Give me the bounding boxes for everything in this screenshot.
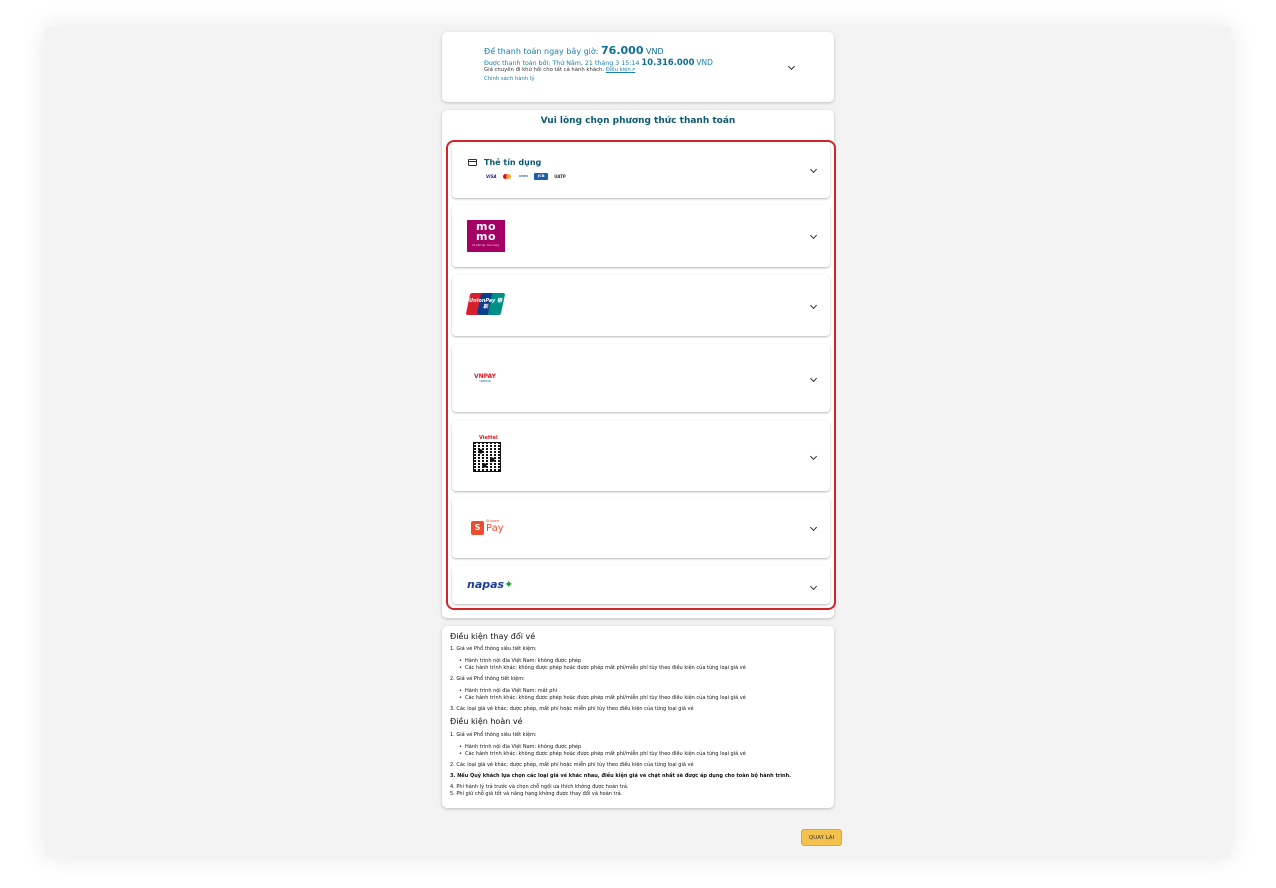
credit-card-label: Thẻ tín dụng [484, 158, 542, 167]
price-summary-card[interactable]: Để thanh toán ngay bây giờ: 76.000 VND Đ… [442, 32, 834, 102]
refund-note: Giá chuyến đi khứ hồi cho tất cả hành kh… [484, 67, 636, 73]
shopeepay-logo: S Shopee Pay [471, 519, 511, 536]
back-button[interactable]: QUAY LẠI [801, 829, 842, 846]
pay-later-amount: 10.316.000 [641, 57, 695, 67]
change-conditions-title: Điều kiện thay đổi vé [450, 632, 536, 641]
chevron-down-icon[interactable] [809, 374, 818, 383]
mastercard-logo [502, 173, 513, 180]
payment-option-unionpay[interactable]: UnionPay 银联 [452, 275, 830, 336]
payment-option-viettel-qr[interactable]: Viettel [452, 421, 830, 491]
pay-later-label: Được thanh toán bởi: Thứ Năm, 21 tháng 3… [484, 60, 640, 67]
condition-line: Hành trình nội địa Việt Nam: không được … [459, 658, 581, 664]
condition-line: Hành trình nội địa Việt Nam: mất phí [459, 688, 557, 694]
pay-later-line: Được thanh toán bởi: Thứ Năm, 21 tháng 3… [484, 57, 713, 67]
credit-card-icon [468, 159, 477, 166]
payment-option-shopeepay[interactable]: S Shopee Pay [452, 498, 830, 558]
condition-line: 2. Giá vé Phổ thông tiết kiệm: [450, 676, 525, 682]
payment-option-napas[interactable]: napas✦ [452, 566, 830, 604]
chevron-down-icon[interactable] [809, 582, 818, 591]
pay-now-line: Để thanh toán ngay bây giờ: 76.000 VND [484, 44, 664, 57]
uatp-logo: UATP [554, 174, 566, 179]
chevron-down-icon[interactable] [809, 523, 818, 532]
condition-line: 3. Nếu Quý khách lựa chọn các loại giá v… [450, 773, 792, 779]
card-brand-logos: VISA AMEX JCB UATP [485, 173, 567, 180]
condition-line: 5. Phí giữ chỗ giá tốt và nâng hạng khôn… [450, 791, 623, 797]
condition-line: 3. Các loại giá vé khác: được phép, mất … [450, 706, 694, 712]
refund-conditions-title: Điều kiện hoàn vé [450, 717, 523, 726]
payment-methods-title: Vui lòng chọn phương thức thanh toán [540, 116, 736, 126]
chevron-down-icon[interactable] [809, 165, 818, 174]
chevron-down-icon[interactable] [809, 452, 818, 461]
momo-logo: mo mo mobile money [467, 220, 505, 252]
shopee-bag-icon: S [471, 521, 484, 535]
condition-line: 1. Giá vé Phổ thông siêu tiết kiệm: [450, 646, 537, 652]
napas-logo: napas✦ [467, 578, 514, 591]
visa-logo: VISA [486, 174, 497, 179]
jcb-logo: JCB [534, 173, 549, 180]
pay-now-amount: 76.000 [601, 44, 644, 57]
condition-line: Các hành trình khác: không được phép hoặ… [459, 751, 746, 757]
baggage-policy-link[interactable]: Chính sách hành lý [484, 76, 535, 82]
payment-option-vnpay[interactable]: VNPAY VNPAYQR [452, 344, 830, 412]
condition-line: 1. Giá vé Phổ thông siêu tiết kiệm: [450, 732, 537, 738]
condition-line: 4. Phí hành lý trả trước và chọn chỗ ngồ… [450, 784, 629, 790]
conditions-link[interactable]: Điều kiện [606, 67, 631, 73]
chevron-down-icon[interactable] [787, 62, 796, 71]
qr-code-icon [473, 442, 501, 472]
pay-now-currency: VND [646, 47, 664, 56]
condition-line: 2. Các loại giá vé khác: được phép, mất … [450, 762, 694, 768]
unionpay-logo: UnionPay 银联 [465, 293, 506, 315]
amex-logo: AMEX [518, 174, 529, 178]
condition-line: Các hành trình khác: không được phép hoặ… [459, 665, 746, 671]
condition-line: Hành trình nội địa Việt Nam: không được … [459, 744, 581, 750]
vnpay-logo: VNPAY VNPAYQR [474, 373, 496, 383]
chevron-down-icon[interactable] [809, 231, 818, 240]
payment-option-credit-card[interactable]: Thẻ tín dụng VISA AMEX JCB UATP [452, 144, 830, 198]
viettel-logo: Viettel [479, 435, 498, 441]
chevron-down-icon[interactable] [809, 301, 818, 310]
payment-option-momo[interactable]: mo mo mobile money [452, 205, 830, 267]
pay-now-label: Để thanh toán ngay bây giờ: [484, 47, 599, 56]
condition-line: Các hành trình khác: không được phép hoặ… [459, 695, 746, 701]
pay-later-currency: VND [696, 58, 713, 67]
fare-conditions-card: Điều kiện thay đổi vé 1. Giá vé Phổ thôn… [442, 626, 834, 808]
refund-note-text: Giá chuyến đi khứ hồi cho tất cả hành kh… [484, 67, 605, 73]
